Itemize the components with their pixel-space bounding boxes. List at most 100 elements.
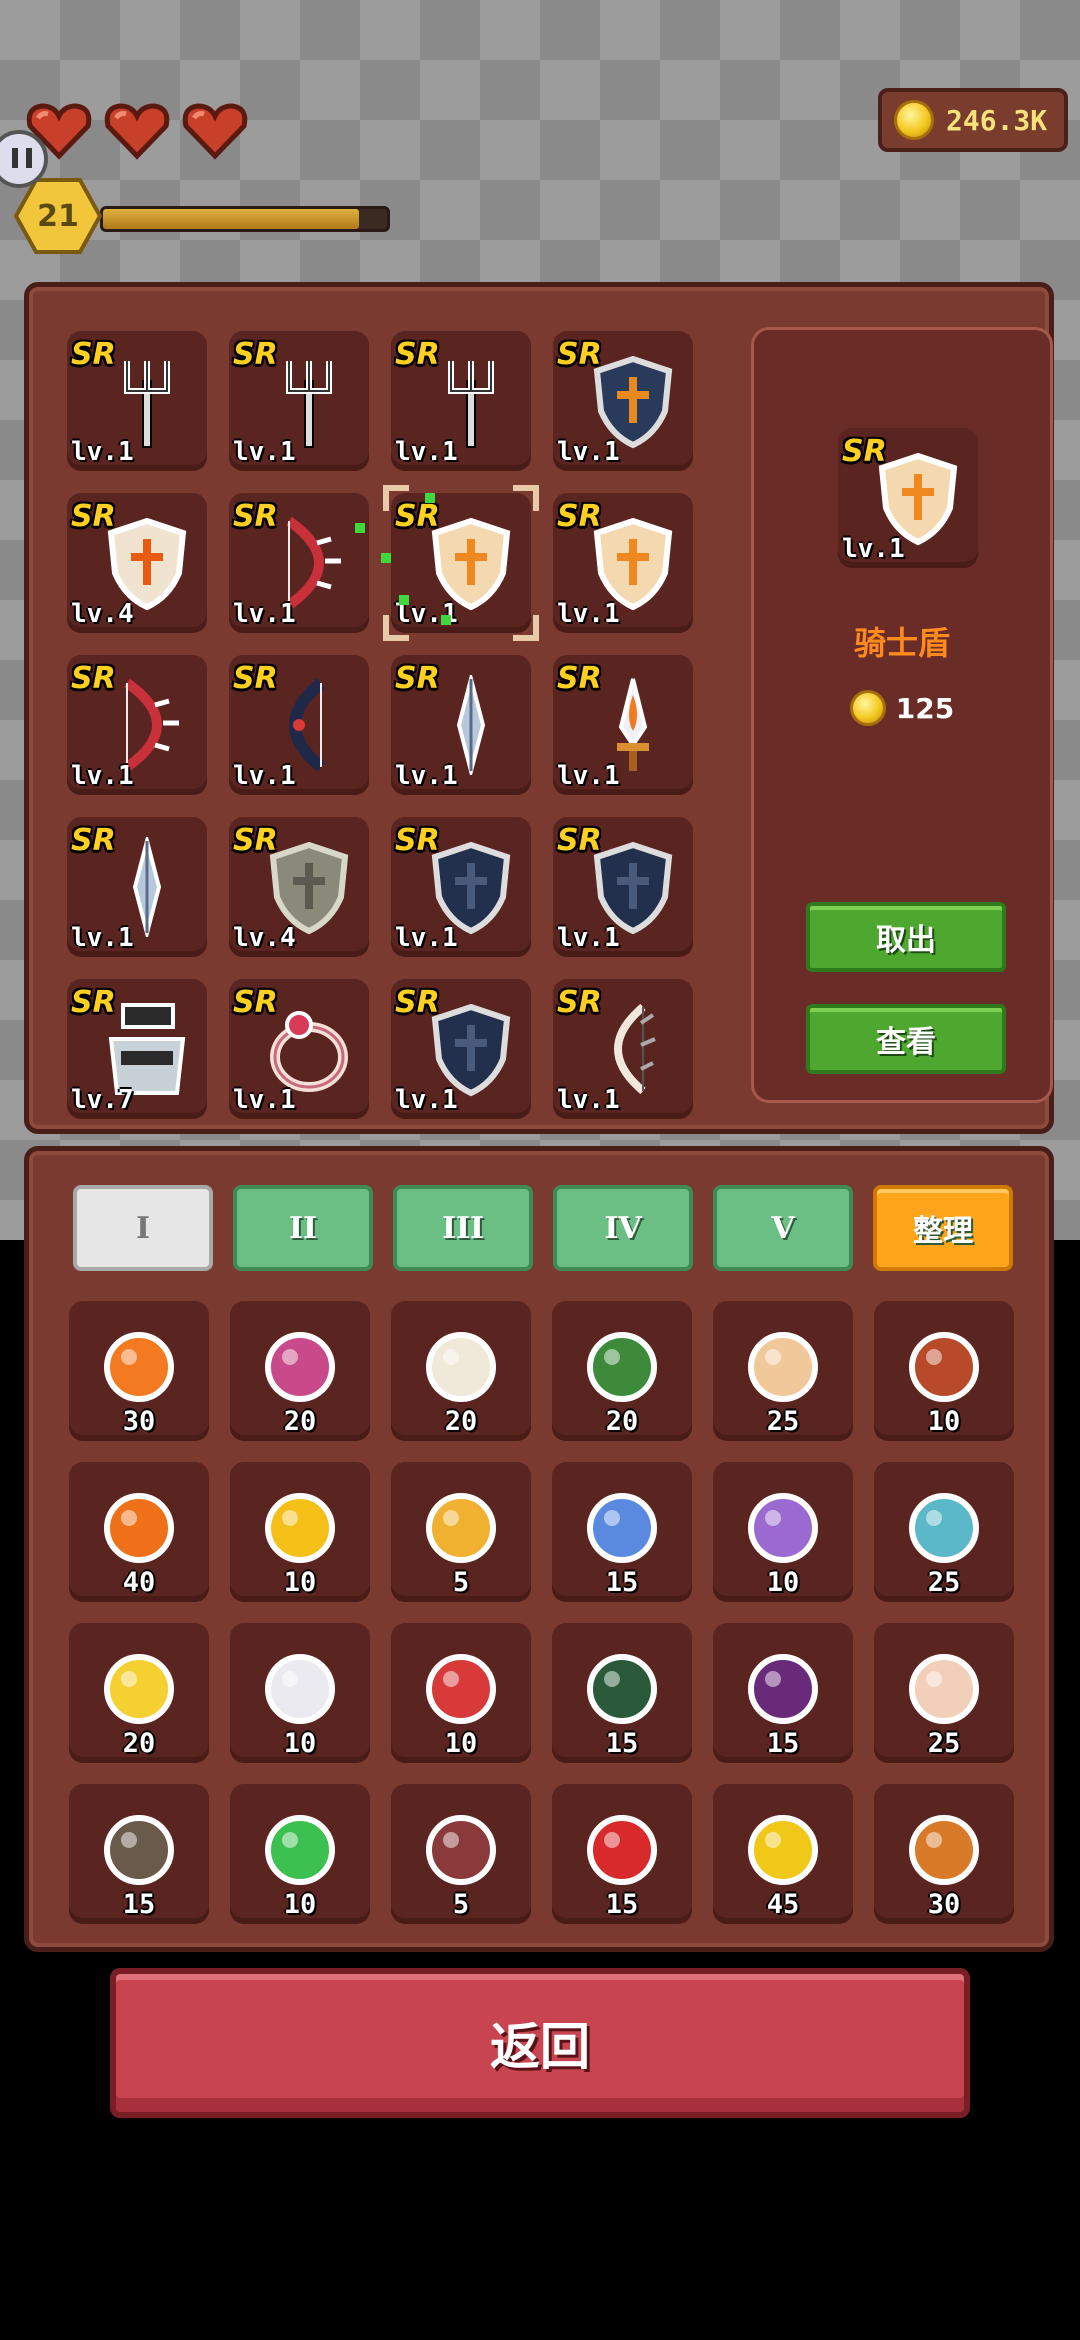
equipment-slot[interactable]: SR lv.4 — [67, 493, 207, 633]
tab-4[interactable]: IV — [553, 1185, 693, 1271]
inventory-panel: I II III IV V 整理 30 20 20 20 25 10 40 10 5 15… — [24, 1146, 1054, 1952]
rarity-badge: SR — [557, 823, 602, 858]
tab-5[interactable]: V — [713, 1185, 853, 1271]
tab-3[interactable]: III — [393, 1185, 533, 1271]
equipment-slot[interactable]: SR lv.1 — [391, 817, 531, 957]
broccoli-icon — [572, 1313, 672, 1413]
take-out-button[interactable]: 取出 — [806, 902, 1006, 972]
heart-icon — [180, 100, 250, 160]
selection-corner — [383, 485, 409, 511]
item-count: 5 — [452, 1567, 470, 1598]
item-count: 15 — [122, 1889, 156, 1920]
equipment-slot[interactable]: SR lv.1 — [553, 979, 693, 1119]
equipment-slot[interactable]: SR lv.1 — [67, 655, 207, 795]
item-count: 10 — [927, 1406, 961, 1437]
item-count: 10 — [766, 1567, 800, 1598]
rarity-badge: SR — [557, 985, 602, 1020]
equipment-slot[interactable]: SR lv.1 — [67, 817, 207, 957]
mushroom-icon — [572, 1796, 672, 1896]
item-count: 15 — [605, 1889, 639, 1920]
inventory-tabs: I II III IV V 整理 — [73, 1185, 1013, 1271]
rarity-badge: SR — [233, 661, 278, 696]
item-count: 25 — [927, 1567, 961, 1598]
inventory-slot[interactable]: 15 — [713, 1623, 853, 1763]
equipment-slot[interactable]: SR lv.1 — [553, 331, 693, 471]
inventory-slot[interactable]: 45 — [713, 1784, 853, 1924]
item-count: 15 — [605, 1567, 639, 1598]
inventory-slot[interactable]: 20 — [230, 1301, 370, 1441]
rarity-badge: SR — [71, 337, 116, 372]
player-level-badge: 21 — [14, 178, 102, 254]
rarity-badge: SR — [71, 499, 116, 534]
tab-2[interactable]: II — [233, 1185, 373, 1271]
inventory-slot[interactable]: 20 — [391, 1301, 531, 1441]
item-level: lv.1 — [557, 761, 620, 791]
xp-bar — [100, 206, 390, 232]
equipment-slot[interactable]: SR lv.1 — [229, 655, 369, 795]
item-level: lv.1 — [557, 923, 620, 953]
equipment-slot[interactable]: SR lv.1 — [391, 493, 531, 633]
equipment-slot[interactable]: SR lv.1 — [229, 979, 369, 1119]
item-count: 30 — [927, 1889, 961, 1920]
melon-icon — [572, 1635, 672, 1735]
tab-1[interactable]: I — [73, 1185, 213, 1271]
egg-icon — [894, 1635, 994, 1735]
inventory-slot[interactable]: 25 — [713, 1301, 853, 1441]
equipment-slot[interactable]: SR lv.1 — [553, 655, 693, 795]
sort-button[interactable]: 整理 — [873, 1185, 1013, 1271]
cheese-icon — [733, 1796, 833, 1896]
health-hearts — [24, 100, 250, 160]
item-count: 10 — [283, 1567, 317, 1598]
item-detail-panel: SR lv.1 骑士盾 125 取出 查看 — [751, 327, 1053, 1103]
inventory-slot[interactable]: 10 — [391, 1623, 531, 1763]
equipment-slot[interactable]: SR lv.1 — [391, 979, 531, 1119]
equipment-slot[interactable]: SR lv.1 — [229, 331, 369, 471]
back-button[interactable]: 返回 — [110, 1968, 970, 2118]
inventory-slot[interactable]: 30 — [874, 1784, 1014, 1924]
pumpkin-icon — [89, 1474, 189, 1574]
corn-icon — [89, 1635, 189, 1735]
inventory-slot[interactable]: 5 — [391, 1462, 531, 1602]
item-count: 10 — [283, 1889, 317, 1920]
item-level: lv.1 — [233, 599, 296, 629]
item-level: lv.7 — [71, 1085, 134, 1115]
item-level: lv.1 — [842, 534, 905, 564]
inventory-slot[interactable]: 15 — [552, 1784, 692, 1924]
inventory-slot[interactable]: 5 — [391, 1784, 531, 1924]
item-level: lv.1 — [395, 1085, 458, 1115]
equipment-slot[interactable]: SR lv.1 — [391, 331, 531, 471]
inventory-slot[interactable]: 20 — [69, 1623, 209, 1763]
rose-icon — [250, 1313, 350, 1413]
inventory-slot[interactable]: 10 — [230, 1784, 370, 1924]
equipment-slot[interactable]: SR lv.1 — [553, 817, 693, 957]
rarity-badge: SR — [395, 823, 440, 858]
inventory-slot[interactable]: 30 — [69, 1301, 209, 1441]
view-button[interactable]: 查看 — [806, 1004, 1006, 1074]
item-count: 5 — [452, 1889, 470, 1920]
meat-icon — [894, 1313, 994, 1413]
inventory-slot[interactable]: 25 — [874, 1462, 1014, 1602]
item-name: 骑士盾 — [853, 624, 950, 662]
sparkle-effect — [399, 595, 409, 605]
rarity-badge: SR — [842, 434, 887, 469]
player-level: 21 — [37, 198, 79, 234]
equipment-slot[interactable]: SR lv.1 — [229, 493, 369, 633]
inventory-slot[interactable]: 10 — [230, 1623, 370, 1763]
inventory-slot[interactable]: 25 — [874, 1623, 1014, 1763]
inventory-slot[interactable]: 20 — [552, 1301, 692, 1441]
inventory-slot[interactable]: 15 — [552, 1462, 692, 1602]
selection-corner — [513, 615, 539, 641]
equipment-slot[interactable]: SR lv.1 — [553, 493, 693, 633]
item-count: 20 — [283, 1406, 317, 1437]
inventory-slot[interactable]: 15 — [69, 1784, 209, 1924]
equipment-slot[interactable]: SR lv.7 — [67, 979, 207, 1119]
inventory-slot[interactable]: 40 — [69, 1462, 209, 1602]
equipment-slot[interactable]: SR lv.1 — [67, 331, 207, 471]
equipment-slot[interactable]: SR lv.1 — [391, 655, 531, 795]
inventory-slot[interactable]: 10 — [230, 1462, 370, 1602]
inventory-slot[interactable]: 15 — [552, 1623, 692, 1763]
equipment-slot[interactable]: SR lv.4 — [229, 817, 369, 957]
inventory-slot[interactable]: 10 — [874, 1301, 1014, 1441]
rarity-badge: SR — [71, 823, 116, 858]
inventory-slot[interactable]: 10 — [713, 1462, 853, 1602]
